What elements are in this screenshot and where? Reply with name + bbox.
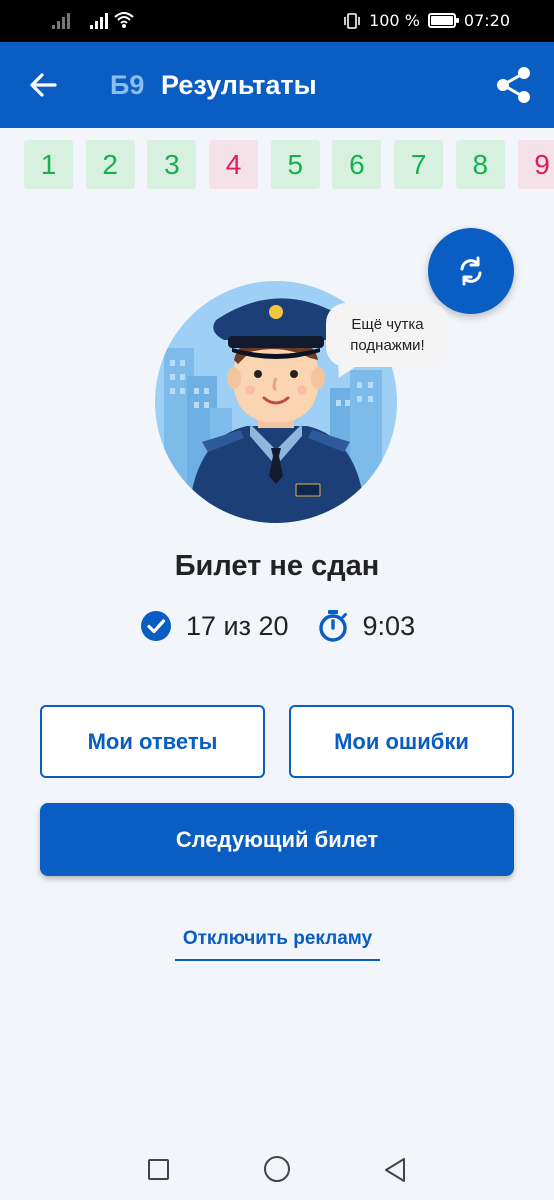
refresh-icon [460, 256, 482, 286]
ticket-6[interactable]: 6 [332, 140, 382, 189]
ticket-code: Б9 [110, 70, 145, 100]
battery-percent: 100 % [369, 11, 420, 30]
bubble-line-1: Ещё чутка [351, 316, 424, 333]
system-nav-bar [0, 1138, 554, 1200]
app-bar: Б9 Результаты [0, 42, 554, 128]
battery-icon [427, 13, 459, 28]
page-title: Результаты [161, 70, 317, 100]
next-ticket-button[interactable]: Следующий билет [40, 803, 514, 876]
home-icon[interactable] [264, 1156, 290, 1182]
bubble-line-2: поднажми! [350, 337, 425, 354]
wifi-icon [114, 12, 134, 28]
vibrate-icon [344, 12, 360, 29]
result-stats: 17 из 20 9:03 [140, 608, 415, 644]
time-text: 9:03 [362, 610, 416, 641]
ticket-9[interactable]: 9 [517, 140, 554, 189]
signal-indicators [52, 11, 134, 29]
disable-ads-link[interactable]: Отключить рекламу [175, 928, 380, 961]
recent-apps-icon[interactable] [148, 1159, 169, 1180]
ticket-5[interactable]: 5 [270, 140, 320, 189]
my-answers-button[interactable]: Мои ответы [40, 705, 265, 778]
nav-back-icon[interactable] [382, 1156, 408, 1184]
speech-bubble: Ещё чутка поднажми! [326, 303, 449, 367]
ticket-8[interactable]: 8 [455, 140, 505, 189]
ticket-7[interactable]: 7 [394, 140, 444, 189]
retry-button[interactable] [428, 228, 514, 314]
signal-sim1-icon [52, 11, 70, 29]
signal-sim2-icon [90, 11, 108, 29]
check-circle-icon [141, 611, 171, 641]
ticket-list: 123456789 [24, 140, 554, 190]
clock: 07:20 [463, 11, 510, 30]
share-icon[interactable] [494, 64, 534, 106]
score-text: 17 из 20 [186, 610, 289, 641]
ticket-2[interactable]: 2 [85, 140, 135, 189]
ticket-1[interactable]: 1 [24, 140, 73, 189]
my-mistakes-button[interactable]: Мои ошибки [289, 705, 514, 778]
back-arrow-icon[interactable] [22, 64, 64, 106]
status-bar: 100 % 07:20 [0, 0, 554, 42]
ticket-4[interactable]: 4 [209, 140, 259, 189]
ticket-3[interactable]: 3 [147, 140, 197, 189]
stopwatch-icon [318, 610, 347, 642]
result-title: Билет не сдан [174, 550, 380, 582]
